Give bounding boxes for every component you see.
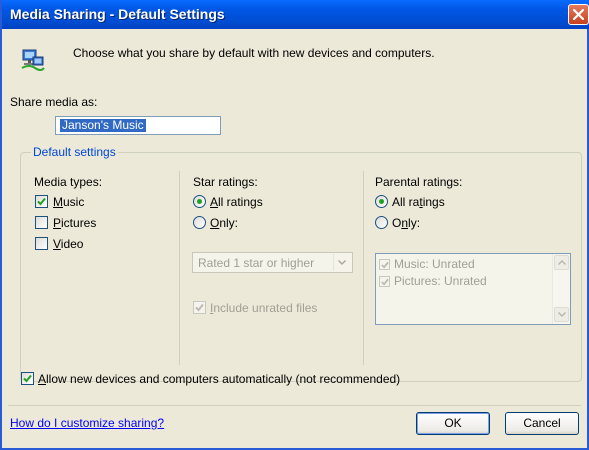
checkmark-icon [37, 197, 46, 206]
include-unrated-checkbox[interactable] [193, 301, 206, 314]
intro-text: Choose what you share by default with ne… [73, 46, 435, 60]
music-checkbox[interactable] [35, 195, 48, 208]
pictures-unrated-label: Pictures: Unrated [394, 274, 487, 288]
music-label[interactable]: Music [53, 195, 84, 209]
close-icon [573, 9, 584, 20]
parental-all-ratings-radio[interactable] [375, 195, 388, 208]
scroll-down-button[interactable] [554, 307, 569, 322]
star-rating-dropdown[interactable]: Rated 1 star or higher [192, 252, 353, 273]
parental-ratings-list[interactable]: Music: Unrated Pictures: Unrated [375, 253, 571, 325]
window-title: Media Sharing - Default Settings [10, 6, 225, 22]
dialog-window: Media Sharing - Default Settings Choose … [0, 0, 589, 450]
video-label[interactable]: Video [53, 237, 83, 251]
share-name-input[interactable]: Janson's Music [55, 116, 221, 135]
parental-only-radio[interactable] [375, 216, 388, 229]
share-name-value: Janson's Music [60, 118, 146, 132]
share-media-as-label: Share media as: [10, 95, 98, 109]
star-ratings-label: Star ratings: [193, 175, 258, 189]
include-unrated-label[interactable]: Include unrated files [210, 301, 317, 315]
footer-divider [8, 405, 581, 406]
network-computers-icon [21, 46, 45, 72]
parental-all-ratings-label[interactable]: All ratings [392, 195, 445, 209]
scroll-up-button[interactable] [554, 255, 569, 270]
checkmark-icon [381, 261, 389, 269]
chevron-up-icon [558, 260, 566, 265]
checkmark-icon [23, 374, 32, 383]
music-label-rest: usic [63, 195, 85, 209]
parental-only-label[interactable]: Only: [392, 216, 420, 230]
allow-new-devices-checkbox[interactable] [21, 372, 34, 385]
default-settings-label: Default settings [31, 145, 118, 159]
checkmark-icon [381, 278, 389, 286]
pictures-checkbox[interactable] [35, 216, 48, 229]
video-checkbox[interactable] [35, 237, 48, 250]
music-unrated-label: Music: Unrated [394, 257, 475, 271]
help-link[interactable]: How do I customize sharing? [10, 416, 164, 430]
title-bar[interactable]: Media Sharing - Default Settings [2, 0, 589, 29]
star-only-radio[interactable] [193, 216, 206, 229]
pictures-label[interactable]: Pictures [53, 216, 96, 230]
dropdown-arrow[interactable] [333, 254, 351, 271]
media-types-label: Media types: [34, 175, 103, 189]
close-button[interactable] [568, 4, 589, 25]
dialog-content: Choose what you share by default with ne… [2, 29, 587, 448]
column-divider-1 [179, 171, 180, 365]
chevron-down-icon [338, 260, 346, 265]
list-scrollbar[interactable] [552, 254, 570, 324]
allow-new-devices-label[interactable]: Allow new devices and computers automati… [38, 372, 400, 386]
parental-ratings-label: Parental ratings: [375, 175, 463, 189]
star-all-ratings-label[interactable]: All ratings [210, 195, 263, 209]
music-unrated-checkbox[interactable] [379, 259, 390, 270]
column-divider-2 [363, 171, 364, 365]
star-all-ratings-radio[interactable] [193, 195, 206, 208]
checkmark-icon [195, 303, 204, 312]
star-rating-dropdown-value: Rated 1 star or higher [198, 256, 315, 270]
star-only-label[interactable]: Only: [210, 216, 238, 230]
cancel-button[interactable]: Cancel [505, 412, 579, 435]
pictures-unrated-checkbox[interactable] [379, 276, 390, 287]
chevron-down-icon [558, 312, 566, 317]
ok-button[interactable]: OK [416, 412, 490, 435]
